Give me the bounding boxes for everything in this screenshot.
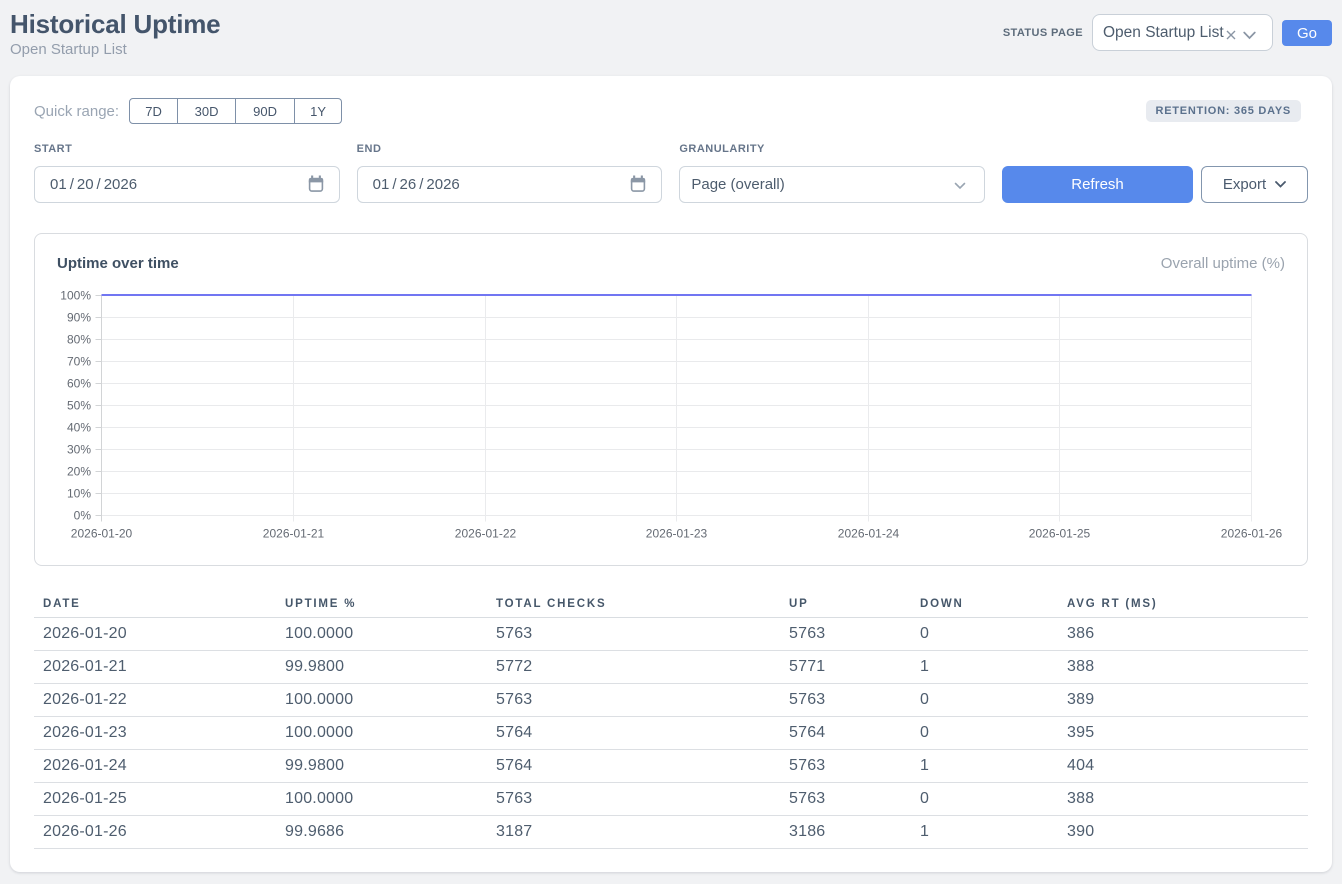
svg-text:2026-01-23: 2026-01-23	[646, 526, 708, 540]
svg-text:90%: 90%	[67, 310, 91, 324]
svg-text:60%: 60%	[67, 376, 91, 390]
svg-text:0%: 0%	[74, 508, 92, 522]
svg-text:10%: 10%	[67, 486, 91, 500]
svg-text:20%: 20%	[67, 464, 91, 478]
svg-text:100%: 100%	[60, 288, 91, 302]
svg-text:50%: 50%	[67, 398, 91, 412]
svg-text:2026-01-20: 2026-01-20	[71, 526, 133, 540]
svg-text:70%: 70%	[67, 354, 91, 368]
svg-text:2026-01-22: 2026-01-22	[455, 526, 517, 540]
svg-text:2026-01-25: 2026-01-25	[1029, 526, 1091, 540]
svg-text:2026-01-26: 2026-01-26	[1221, 526, 1283, 540]
svg-text:2026-01-24: 2026-01-24	[838, 526, 900, 540]
svg-text:2026-01-21: 2026-01-21	[263, 526, 325, 540]
svg-text:40%: 40%	[67, 420, 91, 434]
svg-text:80%: 80%	[67, 332, 91, 346]
svg-text:30%: 30%	[67, 442, 91, 456]
